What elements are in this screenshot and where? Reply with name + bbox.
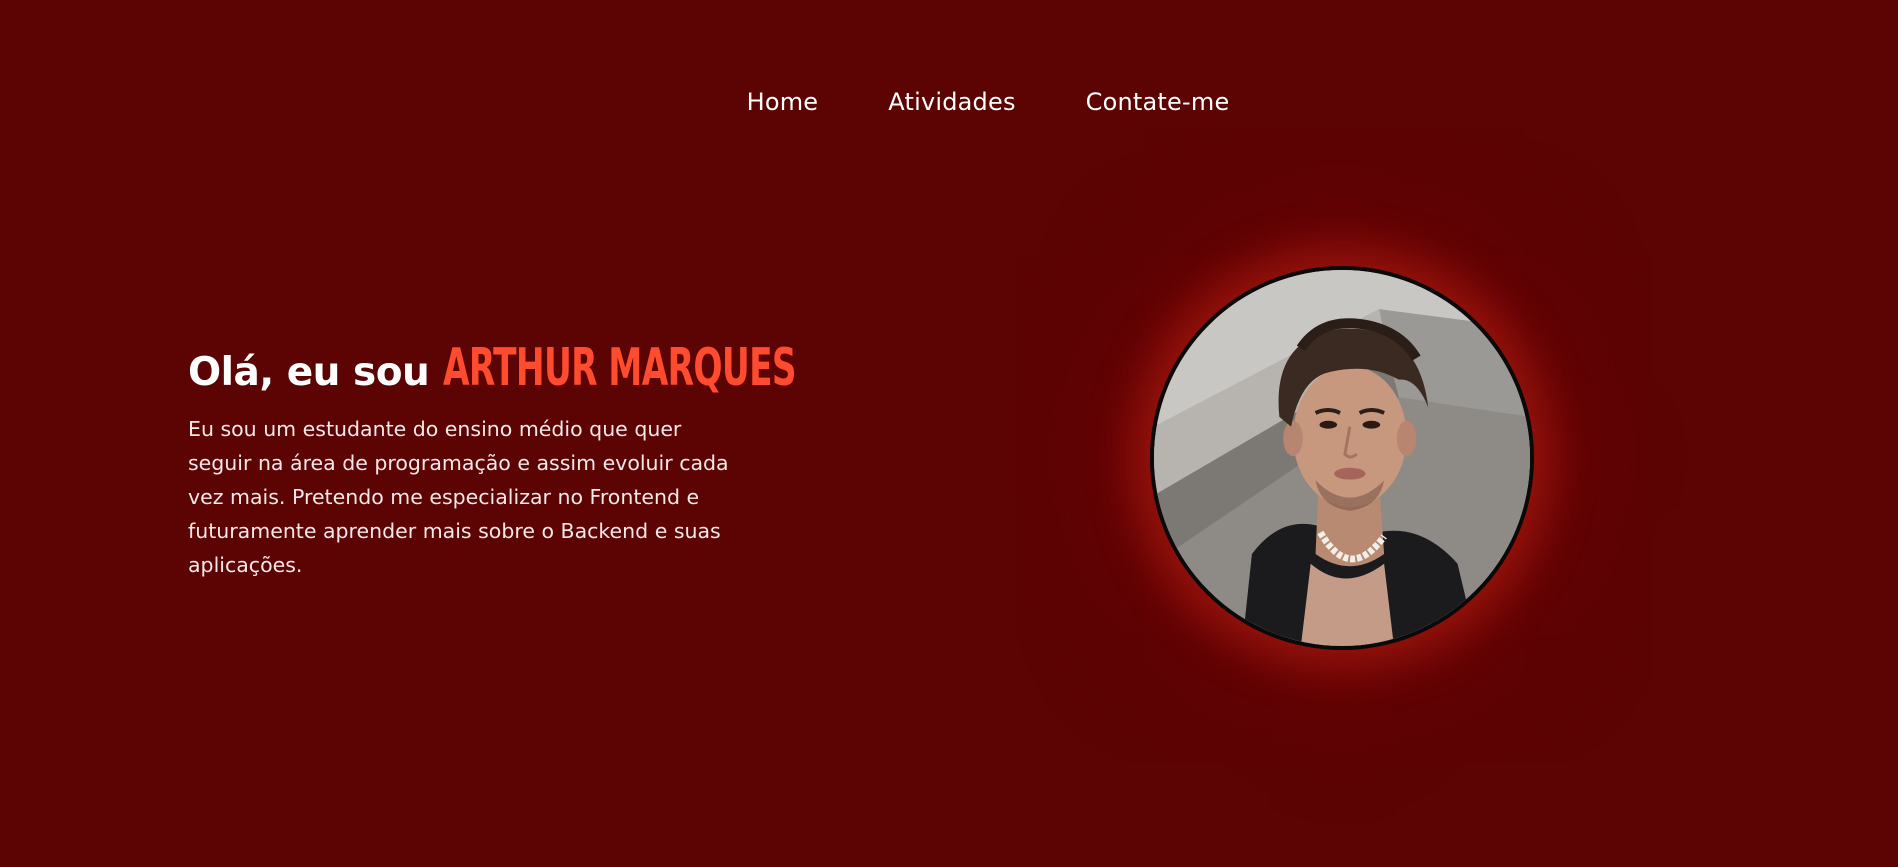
nav-link-home[interactable]: Home	[747, 88, 819, 116]
bio-paragraph: Eu sou um estudante do ensino médio que …	[188, 417, 729, 577]
author-name: ARTHUR MARQUES	[443, 338, 797, 398]
nav-link-atividades[interactable]: Atividades	[888, 88, 1015, 116]
hero-intro: Olá, eu sou ARTHUR MARQUES Eu sou um est…	[188, 338, 797, 582]
greeting-text: Olá, eu sou	[188, 350, 430, 395]
page: Home Atividades Contate-me Olá, eu sou A…	[0, 0, 1898, 867]
hero-headline: Olá, eu sou ARTHUR MARQUES	[188, 338, 797, 398]
profile-photo-illustration	[1154, 270, 1530, 646]
profile-photo	[1150, 266, 1534, 650]
nav-link-contate-me[interactable]: Contate-me	[1086, 88, 1230, 116]
main-nav: Home Atividades Contate-me	[0, 88, 1898, 116]
